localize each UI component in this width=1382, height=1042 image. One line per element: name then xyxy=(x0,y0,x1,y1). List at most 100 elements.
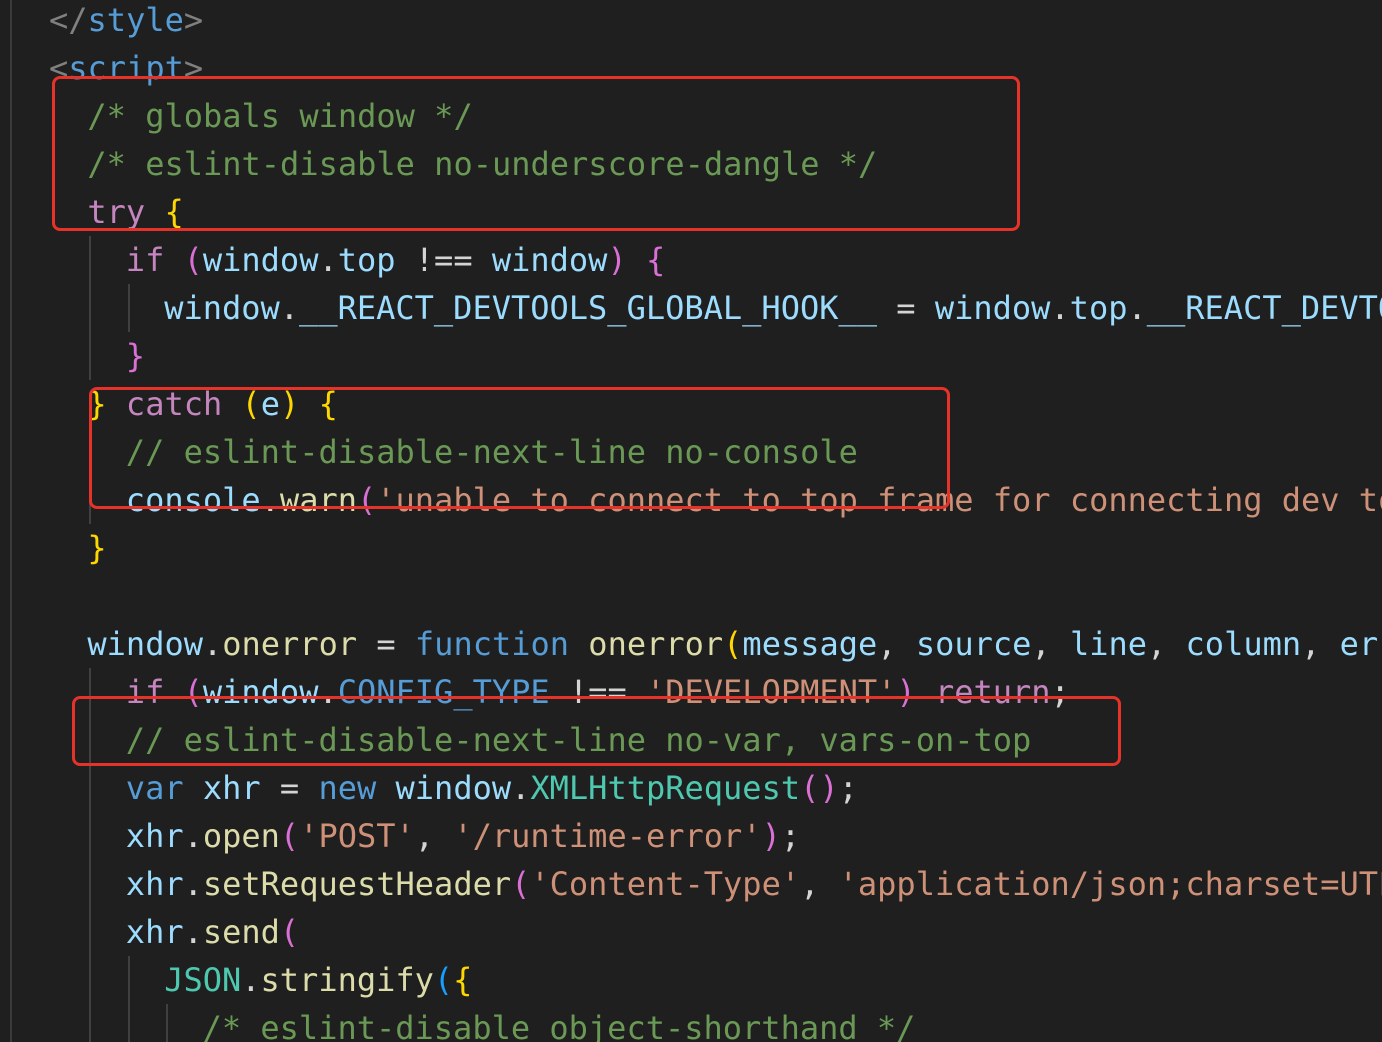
editor-gutter-border xyxy=(10,0,12,1042)
indent-guide xyxy=(89,764,92,812)
code-token: = xyxy=(877,289,935,327)
code-token: . xyxy=(1127,289,1147,327)
code-token: . xyxy=(183,817,203,855)
code-token: window xyxy=(164,289,280,327)
code-token: open xyxy=(202,817,280,855)
code-token: . xyxy=(318,241,338,279)
code-token: , xyxy=(877,625,916,663)
code-token: ) xyxy=(761,817,781,855)
code-token: window xyxy=(202,673,319,711)
code-token: top xyxy=(1069,289,1128,327)
code-token: > xyxy=(183,1,204,39)
code-token: , xyxy=(800,865,839,903)
indent-guide xyxy=(89,476,92,524)
code-line[interactable]: /* globals window */ xyxy=(87,92,472,140)
code-token: if xyxy=(125,241,165,279)
code-line[interactable]: } catch (e) { xyxy=(87,380,337,428)
code-token: onerror xyxy=(588,625,724,663)
code-token: setRequestHeader xyxy=(202,865,512,903)
code-line[interactable]: xhr.open('POST', '/runtime-error'); xyxy=(126,812,800,860)
code-token: !== xyxy=(395,241,492,279)
code-token: console xyxy=(125,481,261,519)
code-token: ; xyxy=(780,817,801,855)
code-token: > xyxy=(183,49,204,87)
code-token: warn xyxy=(279,481,357,519)
code-line[interactable]: // eslint-disable-next-line no-console xyxy=(126,428,858,476)
code-token: ) xyxy=(607,241,627,279)
code-line[interactable]: window.onerror = function onerror(messag… xyxy=(87,620,1382,668)
code-token: . xyxy=(260,481,280,519)
code-line[interactable]: /* eslint-disable object-shorthand */ xyxy=(203,1004,916,1042)
code-token: , xyxy=(1147,625,1186,663)
code-token: { xyxy=(645,241,666,279)
code-token: return xyxy=(934,673,1051,711)
code-line[interactable]: } xyxy=(126,332,145,380)
code-token: error xyxy=(1339,625,1382,663)
code-line[interactable]: <script> xyxy=(49,44,203,92)
code-token: { xyxy=(453,961,473,999)
code-token: 'application/json;charset=UTF-8' xyxy=(838,865,1382,903)
code-token: column xyxy=(1185,625,1302,663)
code-token: CONFIG_TYPE xyxy=(337,673,550,711)
code-token: window xyxy=(934,289,1051,327)
code-line[interactable]: </style> xyxy=(49,0,203,44)
code-token: ( xyxy=(723,625,743,663)
code-token: 'Content-Type' xyxy=(530,865,801,903)
code-line[interactable]: var xhr = new window.XMLHttpRequest(); xyxy=(126,764,858,812)
code-token: ( xyxy=(800,769,820,807)
code-token: ( xyxy=(279,817,300,855)
indent-guide xyxy=(89,1004,92,1042)
code-line[interactable]: } xyxy=(87,524,106,572)
code-token: 'unable to connect to top frame for conn… xyxy=(376,481,1382,519)
code-token: source xyxy=(915,625,1032,663)
code-line[interactable]: if (window.CONFIG_TYPE !== 'DEVELOPMENT'… xyxy=(126,668,1070,716)
indent-guide xyxy=(89,668,92,716)
indent-guide xyxy=(127,956,130,1004)
code-token: , xyxy=(1031,625,1070,663)
code-token: ( xyxy=(241,385,261,423)
indent-guide xyxy=(89,284,92,332)
code-token: window xyxy=(202,241,319,279)
code-line[interactable]: if (window.top !== window) { xyxy=(126,236,665,284)
code-line[interactable]: /* eslint-disable no-underscore-dangle *… xyxy=(87,140,877,188)
code-token: . xyxy=(511,769,531,807)
code-token: window xyxy=(87,625,203,663)
code-token: ( xyxy=(433,961,454,999)
code-token: onerror xyxy=(222,625,358,663)
code-token: . xyxy=(202,625,223,663)
code-token: catch xyxy=(125,385,223,423)
code-token: ( xyxy=(279,913,300,951)
code-line[interactable]: console.warn('unable to connect to top f… xyxy=(126,476,1382,524)
code-line[interactable]: JSON.stringify({ xyxy=(164,956,472,1004)
code-token: </ xyxy=(49,1,88,39)
indent-guide xyxy=(89,812,92,860)
code-token: ; xyxy=(1050,673,1070,711)
code-line[interactable]: xhr.send( xyxy=(126,908,299,956)
code-token: function xyxy=(414,625,570,663)
code-line[interactable]: // eslint-disable-next-line no-var, vars… xyxy=(126,716,1031,764)
code-token: ( xyxy=(183,241,203,279)
code-line[interactable]: try { xyxy=(87,188,183,236)
code-token: __REACT_DEVTOOLS_GLOBAL_HOOK__ xyxy=(299,289,878,327)
code-line[interactable]: window.__REACT_DEVTOOLS_GLOBAL_HOOK__ = … xyxy=(164,284,1382,332)
code-token: 'DEVELOPMENT' xyxy=(645,673,897,711)
code-token: . xyxy=(183,913,203,951)
code-token: send xyxy=(202,913,280,951)
indent-guide xyxy=(89,860,92,908)
code-editor[interactable]: </style> <script>/* globals window */ /* e… xyxy=(0,0,1382,1042)
code-token: try xyxy=(87,193,146,231)
code-token: 'POST' xyxy=(299,817,415,855)
code-token: window xyxy=(491,241,608,279)
code-token: , xyxy=(414,817,454,855)
code-token: . xyxy=(318,673,338,711)
code-token: /* eslint-disable no-underscore-dangle *… xyxy=(87,145,878,183)
code-token: /* eslint-disable object-shorthand */ xyxy=(202,1009,916,1042)
indent-guide xyxy=(127,1004,130,1042)
code-line[interactable]: xhr.setRequestHeader('Content-Type', 'ap… xyxy=(126,860,1382,908)
